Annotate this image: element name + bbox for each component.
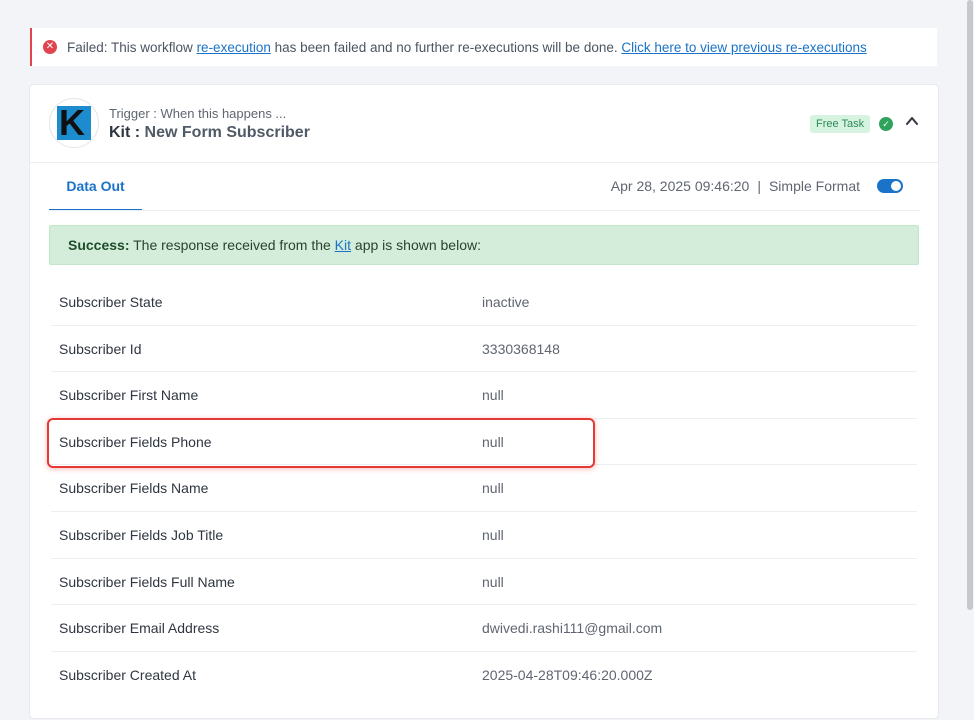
field-value: null (482, 387, 504, 404)
field-name: Subscriber Fields Job Title (59, 526, 224, 543)
field-name: Subscriber Email Address (59, 620, 220, 637)
scrollbar[interactable] (966, 0, 974, 720)
table-row: Subscriber Email Address dwivedi.rashi111… (51, 605, 917, 652)
step-event-name: New Form Subscriber (144, 124, 310, 141)
check-circle-icon: ✓ (879, 117, 893, 131)
failure-alert: ✕ Failed: This workflow re-execution has… (30, 28, 937, 66)
kit-logo-letter: K (59, 102, 85, 143)
success-label: Success: (68, 237, 130, 253)
field-name: Subscriber Created At (59, 666, 196, 683)
scrollbar-thumb[interactable] (967, 0, 973, 610)
alert-text-middle: has been failed and no further re-execut… (274, 39, 618, 55)
table-row: Subscriber State inactive (51, 279, 917, 326)
step-card: K Trigger : When this happens ... Kit : … (30, 85, 938, 718)
kit-app-link[interactable]: Kit (335, 237, 351, 253)
field-value: dwivedi.rashi111@gmail.com (482, 620, 663, 637)
field-value: null (482, 526, 504, 543)
re-execution-link[interactable]: re-execution (197, 40, 271, 55)
table-row: Subscriber Fields Name null (51, 465, 917, 512)
meta-separator: | (757, 178, 761, 194)
table-row: Subscriber Fields Phone null (51, 419, 917, 466)
kit-app-logo: K (49, 98, 99, 148)
field-name: Subscriber Fields Name (59, 480, 209, 497)
table-row: Subscriber Created At 2025-04-28T09:46:20… (51, 652, 917, 699)
step-header[interactable]: K Trigger : When this happens ... Kit : … (30, 85, 938, 163)
step-title: Kit : New Form Subscriber (109, 124, 310, 142)
field-name: Subscriber Fields Full Name (59, 573, 235, 590)
trigger-label: Trigger : When this happens ... (109, 106, 287, 121)
field-name: Subscriber First Name (59, 387, 199, 404)
table-row: Subscriber First Name null (51, 372, 917, 419)
chevron-up-icon[interactable] (904, 113, 920, 129)
field-value: null (482, 573, 504, 590)
step-title-separator: : (130, 124, 145, 141)
field-value: 2025-04-28T09:46:20.000Z (482, 666, 653, 683)
simple-format-toggle[interactable] (877, 179, 903, 193)
view-previous-re-executions-link[interactable]: Click here to view previous re-execution… (621, 40, 866, 55)
table-row: Subscriber Fields Full Name null (51, 559, 917, 606)
field-name: Subscriber Fields Phone (59, 433, 212, 450)
field-value: 3330368148 (482, 340, 560, 357)
tab-data-out[interactable]: Data Out (49, 163, 142, 211)
field-value: inactive (482, 294, 530, 310)
success-text-before: The response received from the (129, 237, 335, 253)
simple-format-label: Simple Format (768, 178, 860, 194)
field-value: null (482, 480, 504, 497)
field-name: Subscriber Id (59, 340, 142, 357)
alert-text-prefix: Failed: This workflow (67, 39, 193, 55)
success-message: Success: The response received from the … (49, 225, 919, 265)
error-icon: ✕ (43, 40, 57, 54)
table-row: Subscriber Id 3330368148 (51, 326, 917, 373)
success-text-after: app is shown below: (351, 237, 481, 253)
field-name: Subscriber State (59, 294, 163, 310)
free-task-badge: Free Task (810, 115, 871, 133)
step-app-name: Kit (109, 124, 131, 141)
data-out-table: Subscriber State inactive Subscriber Id 333… (51, 279, 917, 698)
page: ✕ Failed: This workflow re-execution has… (0, 0, 974, 720)
execution-meta: Apr 28, 2025 09:46:20 | Simple Format (611, 178, 860, 194)
table-row: Subscriber Fields Job Title null (51, 512, 917, 559)
tabs-divider (49, 210, 920, 211)
field-value: null (482, 433, 504, 450)
execution-timestamp: Apr 28, 2025 09:46:20 (610, 178, 750, 194)
